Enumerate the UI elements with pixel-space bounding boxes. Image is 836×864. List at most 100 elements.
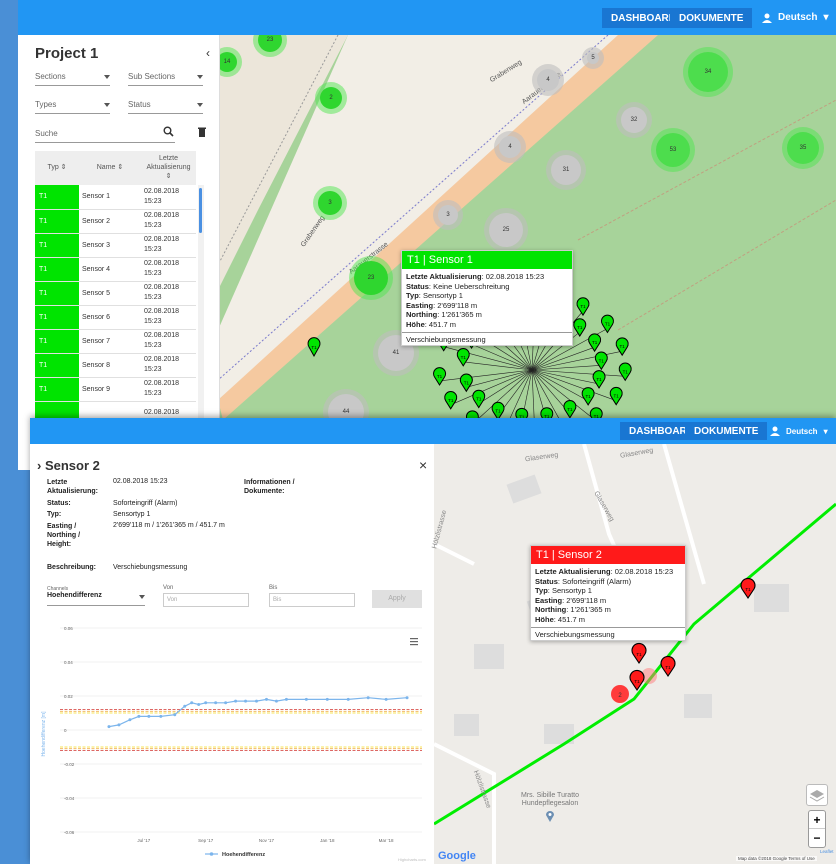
- marker-label: T1: [599, 358, 605, 363]
- trash-icon[interactable]: [198, 127, 206, 137]
- dokumente-button[interactable]: DOKUMENTE: [685, 422, 768, 440]
- data-point[interactable]: [405, 696, 409, 700]
- updated-value: 02.08.2018 15:23: [113, 478, 168, 485]
- data-point[interactable]: [147, 714, 151, 718]
- row-time: 15:23: [144, 222, 162, 229]
- zoom-out-button[interactable]: −: [809, 829, 825, 847]
- marker-cluster[interactable]: 3: [318, 191, 342, 215]
- bis-date-input[interactable]: Bis: [269, 593, 355, 607]
- data-point[interactable]: [137, 714, 141, 718]
- search-icon[interactable]: [163, 126, 174, 137]
- von-date-input[interactable]: Von: [163, 593, 249, 607]
- data-point[interactable]: [190, 701, 194, 705]
- data-point[interactable]: [234, 699, 238, 703]
- y-axis-title: Hoehendifferenz [m]: [41, 711, 47, 757]
- marker-label: T1: [596, 377, 602, 382]
- table-row[interactable]: T1 Sensor 1 02.08.2018 15:23: [35, 185, 196, 210]
- data-point[interactable]: [264, 697, 268, 701]
- table-row[interactable]: T1 Sensor 4 02.08.2018 15:23: [35, 257, 196, 282]
- legend[interactable]: Hoehendifferenz: [205, 852, 265, 858]
- marker-label: T1: [437, 374, 443, 379]
- table-row[interactable]: T1 Sensor 8 02.08.2018 15:23: [35, 353, 196, 378]
- popup-value: Soforteingriff (Alarm): [562, 576, 632, 586]
- data-point[interactable]: [325, 697, 329, 701]
- google-logo: Google: [438, 850, 476, 862]
- marker-cluster[interactable]: 53: [656, 133, 690, 167]
- popup-label: Typ: [406, 291, 419, 300]
- marker-cluster[interactable]: 14: [217, 52, 237, 72]
- map-sensor[interactable]: 2 T1 T1 T1 T1: [434, 444, 836, 864]
- dokumente-button[interactable]: DOKUMENTE: [670, 8, 753, 28]
- marker-cluster[interactable]: 5: [587, 52, 599, 64]
- language-selector[interactable]: Deutsch ▾: [770, 426, 828, 436]
- data-point[interactable]: [255, 699, 259, 703]
- data-point[interactable]: [224, 701, 228, 705]
- collapse-chevron-icon[interactable]: ‹: [206, 46, 210, 60]
- row-date: 02.08.2018: [144, 260, 180, 267]
- apply-button[interactable]: Apply: [372, 590, 422, 608]
- name-column-header[interactable]: Name ⇕: [79, 151, 141, 185]
- table-row[interactable]: T1 Sensor 6 02.08.2018 15:23: [35, 305, 196, 330]
- table-row[interactable]: T1 Sensor 3 02.08.2018 15:23: [35, 233, 196, 258]
- layers-button[interactable]: [806, 784, 828, 806]
- row-date: 02.08.2018: [144, 212, 180, 219]
- close-icon[interactable]: ×: [419, 457, 427, 473]
- language-selector[interactable]: Deutsch ▾: [762, 12, 828, 23]
- map-attribution[interactable]: Map data ©2018 Google Terms of Use: [736, 856, 817, 861]
- row-name: Sensor 1: [79, 185, 141, 210]
- chart-menu-icon[interactable]: [410, 638, 418, 646]
- marker-label: T1: [623, 369, 629, 374]
- data-point[interactable]: [346, 697, 350, 701]
- leaflet-link[interactable]: Leaflet: [820, 849, 834, 854]
- row-typ: T1: [35, 305, 79, 330]
- table-row[interactable]: T1 Sensor 9 02.08.2018 15:23: [35, 377, 196, 402]
- data-point[interactable]: [274, 699, 278, 703]
- channels-select[interactable]: Hoehendifferenz: [47, 592, 145, 606]
- marker-cluster[interactable]: 25: [489, 213, 523, 247]
- marker-cluster[interactable]: 3: [438, 205, 458, 225]
- marker-cluster[interactable]: 4: [537, 69, 559, 91]
- data-point[interactable]: [304, 697, 308, 701]
- table-row[interactable]: T1 Sensor 7 02.08.2018 15:23: [35, 329, 196, 354]
- hoehendifferenz-chart[interactable]: 0.06 0.04 0.02 0 -0.02 -0.04 -0.06 Jul '17 Sep '…: [30, 614, 434, 864]
- top-navbar: DASHBOARD DOKUMENTE Deutsch ▾: [18, 0, 836, 35]
- data-point[interactable]: [197, 703, 201, 706]
- data-point[interactable]: [204, 701, 208, 705]
- status-select[interactable]: Status: [128, 100, 203, 114]
- data-point[interactable]: [214, 701, 218, 705]
- marker-cluster[interactable]: 2: [320, 87, 342, 109]
- marker-cluster[interactable]: 4: [499, 136, 521, 158]
- sections-select[interactable]: Sections: [35, 72, 110, 86]
- marker-cluster[interactable]: 2: [611, 685, 629, 703]
- popup-value: 1'261'365 m: [570, 605, 611, 614]
- chart-credit[interactable]: Highcharts.com: [398, 857, 426, 862]
- data-point[interactable]: [107, 725, 111, 729]
- table-row[interactable]: T1 Sensor 2 02.08.2018 15:23: [35, 209, 196, 234]
- sub-sections-select[interactable]: Sub Sections: [128, 72, 203, 86]
- zoom-in-button[interactable]: +: [809, 811, 825, 829]
- data-point[interactable]: [128, 718, 132, 722]
- data-point[interactable]: [244, 699, 248, 703]
- data-point[interactable]: [284, 697, 288, 701]
- marker-cluster[interactable]: 34: [688, 52, 728, 92]
- data-point[interactable]: [384, 697, 388, 701]
- marker-cluster[interactable]: 31: [551, 155, 581, 185]
- row-updated: 02.08.2018 15:23: [141, 305, 196, 330]
- typ-column-header[interactable]: Typ ⇕: [35, 151, 79, 185]
- data-point[interactable]: [366, 696, 370, 700]
- marker-cluster[interactable]: 35: [787, 132, 819, 164]
- search-input[interactable]: Suche: [35, 129, 175, 143]
- table-row[interactable]: T1 Sensor 5 02.08.2018 15:23: [35, 281, 196, 306]
- data-point[interactable]: [173, 713, 177, 717]
- marker-cluster[interactable]: 23: [354, 261, 388, 295]
- y-tick-label: 0.06: [64, 626, 73, 631]
- data-point[interactable]: [117, 723, 121, 727]
- data-point[interactable]: [159, 714, 163, 718]
- y-tick-label: 0: [64, 728, 67, 733]
- updated-column-header[interactable]: Letzte Aktualisierung ⇕: [141, 151, 196, 185]
- popup-value: 1'261'365 m: [441, 310, 482, 319]
- marker-cluster[interactable]: 32: [621, 107, 647, 133]
- types-select[interactable]: Types: [35, 100, 110, 114]
- sidebar: Project 1 ‹ Sections Sub Sections Types …: [18, 35, 220, 470]
- data-point[interactable]: [183, 704, 187, 708]
